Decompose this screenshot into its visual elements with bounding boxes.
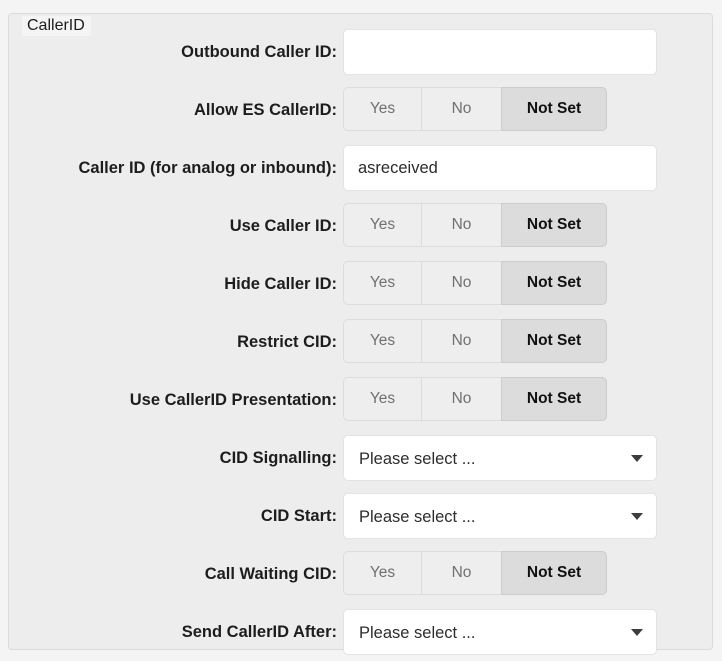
chevron-down-icon [631,629,643,636]
toggle-button-group: Yes No Not Set [343,377,607,421]
toggle-not-set-button[interactable]: Not Set [501,203,607,247]
form-row: Send CallerID After: Please select ... [9,609,712,655]
field-label: Use CallerID Presentation: [129,391,337,409]
toggle-yes-button[interactable]: Yes [343,87,421,131]
toggle-no-button[interactable]: No [421,87,501,131]
field-label: CID Signalling: [219,449,337,467]
field-control: Yes No Not Set [343,377,607,421]
toggle-not-set-button[interactable]: Not Set [501,87,607,131]
select-dropdown[interactable]: Please select ... [343,493,657,539]
select-value: Please select ... [359,624,476,642]
toggle-button-group: Yes No Not Set [343,551,607,595]
callerid-fieldset: CallerID Outbound Caller ID: Allow ES Cal… [8,13,713,655]
toggle-button-group: Yes No Not Set [343,319,607,363]
field-control: Yes No Not Set [343,87,607,131]
toggle-not-set-button[interactable]: Not Set [501,261,607,305]
toggle-no-button[interactable]: No [421,319,501,363]
field-control: Yes No Not Set [343,203,607,247]
toggle-yes-button[interactable]: Yes [343,261,421,305]
text-input[interactable] [343,29,657,75]
form-row: CID Signalling: Please select ... [9,435,712,481]
field-control: Yes No Not Set [343,261,607,305]
field-control: Yes No Not Set [343,319,607,363]
form-row: Call Waiting CID: Yes No Not Set [9,551,712,597]
form-row: Restrict CID: Yes No Not Set [9,319,712,365]
select-value: Please select ... [359,508,476,526]
toggle-button-group: Yes No Not Set [343,261,607,305]
form-row: Use CallerID Presentation: Yes No Not Set [9,377,712,423]
field-label: Send CallerID After: [181,623,337,641]
toggle-yes-button[interactable]: Yes [343,203,421,247]
form-row: Caller ID (for analog or inbound): [9,145,712,191]
select-dropdown[interactable]: Please select ... [343,435,657,481]
field-label: Call Waiting CID: [204,565,337,583]
toggle-button-group: Yes No Not Set [343,87,607,131]
toggle-button-group: Yes No Not Set [343,203,607,247]
toggle-not-set-button[interactable]: Not Set [501,319,607,363]
field-label: Hide Caller ID: [224,275,337,293]
toggle-yes-button[interactable]: Yes [343,377,421,421]
field-control [343,29,657,75]
field-control: Please select ... [343,493,657,539]
toggle-not-set-button[interactable]: Not Set [501,377,607,421]
toggle-not-set-button[interactable]: Not Set [501,551,607,595]
toggle-no-button[interactable]: No [421,261,501,305]
form-row: CID Start: Please select ... [9,493,712,539]
form-row: Outbound Caller ID: [9,29,712,75]
field-control [343,145,657,191]
text-input[interactable] [343,145,657,191]
toggle-yes-button[interactable]: Yes [343,319,421,363]
toggle-no-button[interactable]: No [421,377,501,421]
field-control: Yes No Not Set [343,551,607,595]
field-label: CID Start: [260,507,337,525]
field-label: Use Caller ID: [229,217,337,235]
form-row: Allow ES CallerID: Yes No Not Set [9,87,712,133]
toggle-no-button[interactable]: No [421,551,501,595]
form-row: Hide Caller ID: Yes No Not Set [9,261,712,307]
field-control: Please select ... [343,435,657,481]
form-row: Use Caller ID: Yes No Not Set [9,203,712,249]
chevron-down-icon [631,513,643,520]
field-label: Allow ES CallerID: [193,101,337,119]
field-control: Please select ... [343,609,657,655]
select-value: Please select ... [359,450,476,468]
toggle-yes-button[interactable]: Yes [343,551,421,595]
field-label: Caller ID (for analog or inbound): [78,159,338,177]
chevron-down-icon [631,455,643,462]
field-label: Outbound Caller ID: [181,43,337,61]
field-label: Restrict CID: [237,333,337,351]
toggle-no-button[interactable]: No [421,203,501,247]
select-dropdown[interactable]: Please select ... [343,609,657,655]
